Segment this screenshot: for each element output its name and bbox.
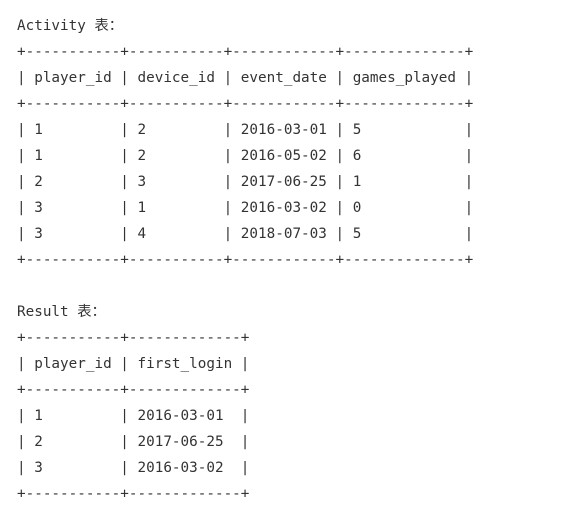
result-row: | 1 | 2016-03-01 | — [17, 408, 250, 424]
activity-header-row: | player_id | device_id | event_date | g… — [17, 70, 474, 86]
activity-row: | 2 | 3 | 2017-06-25 | 1 | — [17, 174, 474, 190]
document: Activity 表： +-----------+-----------+---… — [17, 13, 562, 507]
activity-header-separator: +-----------+-----------+------------+--… — [17, 96, 474, 112]
activity-table-title: Activity 表： — [17, 18, 124, 34]
activity-row: | 1 | 2 | 2016-03-01 | 5 | — [17, 122, 474, 138]
result-border-top: +-----------+-------------+ — [17, 330, 250, 346]
activity-row: | 3 | 1 | 2016-03-02 | 0 | — [17, 200, 474, 216]
result-border-bottom: +-----------+-------------+ — [17, 486, 250, 502]
activity-row: | 3 | 4 | 2018-07-03 | 5 | — [17, 226, 474, 242]
activity-row: | 1 | 2 | 2016-05-02 | 6 | — [17, 148, 474, 164]
activity-section: Activity 表： +-----------+-----------+---… — [17, 13, 562, 273]
result-row: | 3 | 2016-03-02 | — [17, 460, 250, 476]
result-table-title: Result 表： — [17, 304, 106, 320]
result-section: Result 表： +-----------+-------------+ | … — [17, 299, 562, 507]
result-header-row: | player_id | first_login | — [17, 356, 250, 372]
activity-border-top: +-----------+-----------+------------+--… — [17, 44, 474, 60]
result-row: | 2 | 2017-06-25 | — [17, 434, 250, 450]
result-header-separator: +-----------+-------------+ — [17, 382, 250, 398]
activity-border-bottom: +-----------+-----------+------------+--… — [17, 252, 474, 268]
